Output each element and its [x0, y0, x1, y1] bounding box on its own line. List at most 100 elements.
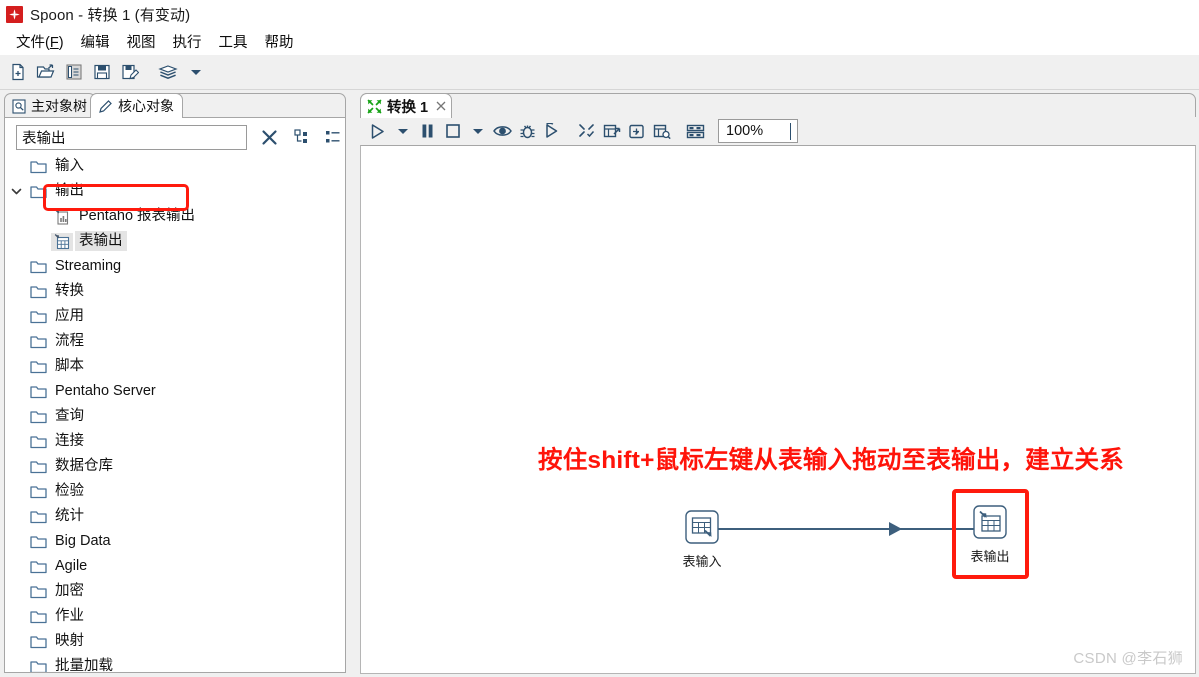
tree-item-label: 映射 — [55, 633, 84, 650]
tree-item[interactable]: 输入 — [5, 154, 345, 179]
tree-item-label: 查询 — [55, 408, 84, 425]
tree-item[interactable]: 连接 — [5, 429, 345, 454]
tree-item[interactable]: 脚本 — [5, 354, 345, 379]
tab-core-objects-label: 核心对象 — [118, 98, 174, 114]
debug-icon[interactable] — [515, 119, 540, 144]
right-panel: 转换 1 100% 按住shift+鼠标左键从表输入拖动至表输出，建立关系 表输… — [357, 90, 1199, 677]
expand-all-icon[interactable] — [290, 125, 314, 149]
tree-item[interactable]: 数据仓库 — [5, 454, 345, 479]
stop-icon[interactable] — [440, 119, 465, 144]
tab-main-object-tree[interactable]: 主对象树 — [4, 93, 96, 118]
tree-item-label: 表输出 — [75, 231, 127, 252]
folder-icon — [27, 434, 49, 449]
new-file-icon[interactable] — [4, 58, 32, 86]
tree-item[interactable]: Streaming — [5, 254, 345, 279]
tab-core-objects[interactable]: 核心对象 — [90, 93, 183, 118]
tree-item-label: 数据仓库 — [55, 458, 113, 475]
tree-item[interactable]: 统计 — [5, 504, 345, 529]
document-tree-icon — [12, 98, 26, 114]
tree-item-label: 输出 — [55, 183, 84, 200]
arrow-right-icon — [889, 522, 902, 536]
menu-item-run[interactable]: 执行 — [165, 29, 211, 54]
tree-item-label: Streaming — [55, 258, 122, 275]
canvas-toolbar: 100% — [360, 117, 1196, 145]
save-as-icon[interactable] — [116, 58, 144, 86]
tree-item[interactable]: Pentaho 报表输出 — [5, 204, 345, 229]
close-icon[interactable] — [435, 100, 447, 112]
grid-layout-icon[interactable] — [683, 119, 708, 144]
folder-icon — [27, 284, 49, 299]
folder-icon — [27, 559, 49, 574]
menu-item-file[interactable]: 文件(F) — [8, 29, 73, 54]
tree-item[interactable]: 输出 — [5, 179, 345, 204]
watermark: CSDN @李石狮 — [1073, 650, 1183, 667]
menu-item-help[interactable]: 帮助 — [257, 29, 303, 54]
transformation-settings-icon[interactable] — [574, 119, 599, 144]
tree-item-label: 脚本 — [55, 358, 84, 375]
table-output-icon — [51, 232, 73, 251]
tab-transformation-1-label: 转换 1 — [387, 99, 429, 116]
search-input[interactable] — [16, 124, 248, 150]
left-panel-tabstrip: 主对象树 核心对象 — [4, 93, 346, 118]
preview-icon[interactable] — [490, 119, 515, 144]
chevron-down-icon[interactable] — [182, 58, 210, 86]
step-table-output[interactable]: 表输出 — [964, 502, 1016, 565]
table-output-icon — [970, 502, 1010, 542]
tree-item[interactable]: Pentaho Server — [5, 379, 345, 404]
tree-item-label: Big Data — [55, 533, 111, 550]
pause-icon[interactable] — [415, 119, 440, 144]
chevron-down-icon[interactable] — [5, 185, 27, 198]
run-icon[interactable] — [365, 119, 390, 144]
menu-item-view[interactable]: 视图 — [119, 29, 165, 54]
tree-item-label: 统计 — [55, 508, 84, 525]
collapse-all-icon[interactable] — [321, 125, 345, 149]
tab-transformation-1[interactable]: 转换 1 — [360, 93, 453, 118]
tree-item[interactable]: 转换 — [5, 279, 345, 304]
tree-item[interactable]: 流程 — [5, 329, 345, 354]
run-dropdown-icon[interactable] — [390, 119, 415, 144]
folder-icon — [27, 409, 49, 424]
tree-item[interactable]: 查询 — [5, 404, 345, 429]
zoom-level-dropdown[interactable]: 100% — [718, 119, 798, 143]
core-objects-panel: 输入输出 Pentaho 报表输出表输出 Streaming 转换应用流程脚本 Pent… — [4, 117, 346, 673]
table-input-icon — [682, 507, 722, 547]
stop-dropdown-icon[interactable] — [465, 119, 490, 144]
panel-splitter[interactable] — [349, 90, 357, 677]
hop-line[interactable] — [705, 528, 985, 530]
menu-item-edit[interactable]: 编辑 — [73, 29, 119, 54]
tree-item[interactable]: 加密 — [5, 579, 345, 604]
replay-icon[interactable] — [540, 119, 565, 144]
tree-item-label: Pentaho 报表输出 — [79, 208, 196, 225]
tab-main-object-tree-label: 主对象树 — [31, 98, 87, 114]
open-file-icon[interactable] — [32, 58, 60, 86]
tree-item[interactable]: 表输出 — [5, 229, 345, 254]
tree-item[interactable]: 作业 — [5, 604, 345, 629]
menu-item-tools[interactable]: 工具 — [211, 29, 257, 54]
folder-icon — [27, 509, 49, 524]
folder-icon — [27, 659, 49, 672]
tree-item[interactable]: Big Data — [5, 529, 345, 554]
step-table-input[interactable]: 表输入 — [676, 507, 728, 570]
tree-item[interactable]: 检验 — [5, 479, 345, 504]
tree-item-label: 转换 — [55, 283, 84, 300]
tree-item[interactable]: 映射 — [5, 629, 345, 654]
tree-item[interactable]: Agile — [5, 554, 345, 579]
show-last-impact-icon[interactable] — [599, 119, 624, 144]
folder-icon — [27, 359, 49, 374]
core-objects-tree[interactable]: 输入输出 Pentaho 报表输出表输出 Streaming 转换应用 流程脚本 Pent… — [5, 154, 345, 672]
close-icon[interactable] — [256, 124, 281, 150]
show-execution-results-icon[interactable] — [624, 119, 649, 144]
tree-item[interactable]: 批量加载 — [5, 654, 345, 672]
search-row — [5, 122, 345, 152]
tree-item-label: 输入 — [55, 158, 84, 175]
transformation-canvas[interactable]: 按住shift+鼠标左键从表输入拖动至表输出，建立关系 表输入 表输出 CSDN… — [360, 145, 1196, 674]
zoom-level-value: 100% — [726, 123, 764, 139]
folder-icon — [27, 584, 49, 599]
layers-icon[interactable] — [154, 58, 182, 86]
sql-preview-icon[interactable] — [649, 119, 674, 144]
tree-item-label: 加密 — [55, 583, 84, 600]
tree-item[interactable]: 应用 — [5, 304, 345, 329]
explore-repository-icon[interactable] — [60, 58, 88, 86]
tree-item-label: Pentaho Server — [55, 383, 156, 400]
save-icon[interactable] — [88, 58, 116, 86]
